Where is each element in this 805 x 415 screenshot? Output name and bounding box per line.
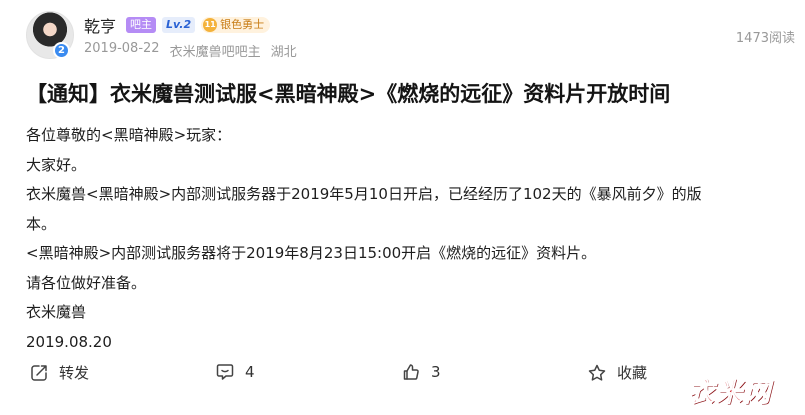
- post-meta: 2019-08-22 衣米魔兽吧吧主 湖北: [84, 41, 297, 60]
- body-line: 本。: [26, 214, 57, 233]
- medal-icon: 11: [203, 18, 218, 32]
- post-body: 各位尊敬的<黑暗神殿>玩家： 大家好。 衣米魔兽<黑暗神殿>内部测试服务器于20…: [26, 121, 786, 357]
- share-label: 转发: [59, 364, 90, 382]
- body-line: 2019.08.20: [26, 332, 112, 351]
- like-button[interactable]: 3: [401, 362, 441, 382]
- post-card: 2 乾亨 吧主 Lv.2 11 银色勇士 2019-08-22 衣米魔兽吧吧主 …: [0, 0, 805, 415]
- view-count: 1473阅读: [735, 31, 795, 46]
- level-title-text: 银色勇士: [220, 18, 265, 31]
- star-icon: [588, 364, 606, 381]
- share-icon: [31, 364, 47, 381]
- author-location: 湖北: [270, 45, 297, 60]
- collect-label: 收藏: [617, 364, 648, 382]
- body-line: 大家好。: [26, 155, 87, 174]
- owner-badge: 吧主: [126, 17, 157, 33]
- body-line: 请各位做好准备。: [26, 273, 147, 292]
- avatar-level-badge: 2: [53, 42, 70, 59]
- thumbs-up-icon: [403, 364, 419, 380]
- level-title-badge: 11 银色勇士: [201, 17, 271, 33]
- action-bar: 转发 4 3 收藏: [0, 362, 805, 390]
- author-row: 乾亨 吧主 Lv.2 11 银色勇士: [84, 13, 271, 37]
- post-date: 2019-08-22: [84, 41, 160, 56]
- author-role: 衣米魔兽吧吧主: [169, 45, 261, 60]
- body-line: 衣米魔兽<黑暗神殿>内部测试服务器于2019年5月10日开启，已经经历了102天…: [26, 185, 702, 203]
- site-watermark: 衣米网: [687, 378, 773, 409]
- body-line: 各位尊敬的<黑暗神殿>玩家：: [26, 126, 232, 144]
- share-button[interactable]: 转发: [29, 362, 89, 383]
- comment-button[interactable]: 4: [215, 362, 255, 382]
- like-count: 3: [431, 363, 441, 381]
- author-name[interactable]: 乾亨: [84, 13, 116, 37]
- post-title: 【通知】衣米魔兽测试服<黑暗神殿>《燃烧的远征》资料片开放时间: [26, 82, 671, 106]
- collect-button[interactable]: 收藏: [587, 362, 647, 383]
- body-line: 衣米魔兽: [26, 303, 87, 321]
- body-line: <黑暗神殿>内部测试服务器将于2019年8月23日15:00开启《燃烧的远征》资…: [26, 244, 597, 262]
- level-badge: Lv.2: [162, 17, 196, 33]
- comment-count: 4: [245, 363, 255, 381]
- comment-icon: [216, 364, 234, 380]
